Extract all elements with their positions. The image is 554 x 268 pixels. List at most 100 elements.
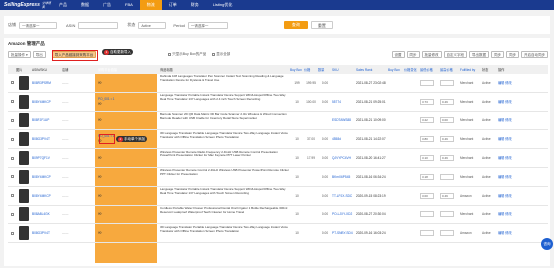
nav-item-logistics[interactable]: 物流 xyxy=(139,0,162,10)
link-icon[interactable]: ∞ xyxy=(98,80,160,86)
min-price-input[interactable]: 3.00 xyxy=(420,192,440,199)
asin-link[interactable]: B08G3PV4T xyxy=(32,137,62,141)
sku-link[interactable]: ESDTAWS88 xyxy=(332,118,356,122)
row-checkbox[interactable] xyxy=(8,175,16,179)
asin-link[interactable]: B08Y4MKCP xyxy=(32,175,62,179)
header-buybox: Buy Box xyxy=(290,67,302,72)
table-row: B09P7QF1V —— ∞ Wireless Presenter Remote R… xyxy=(8,149,548,168)
nav-item-products[interactable]: 产品 xyxy=(52,0,74,10)
max-price-input[interactable]: 0.49 xyxy=(440,155,460,162)
nav-item-listing[interactable]: Listing优化 xyxy=(206,0,240,10)
toolbar-btn-sync3[interactable]: 同步 xyxy=(506,51,519,58)
batch-ops-button[interactable]: 批量操作 ▾ xyxy=(8,51,31,58)
row-actions[interactable]: 编辑 修改 xyxy=(498,81,514,85)
min-price-input[interactable]: 3.22 xyxy=(420,117,440,124)
row-actions[interactable]: 编辑 修改 xyxy=(498,118,514,122)
row-actions[interactable]: 编辑 修改 xyxy=(498,100,514,104)
toolbar-btn-batch-edit[interactable]: 批量修改 xyxy=(421,51,442,58)
min-price-input[interactable] xyxy=(420,230,440,237)
sku-link[interactable]: QJVYPC4VH xyxy=(332,156,356,160)
min-price-input[interactable]: 3.80 xyxy=(420,136,440,143)
sku-link[interactable]: PO-LJXY-XD2 xyxy=(332,212,356,216)
nav-item-data[interactable]: 数据 xyxy=(74,0,96,10)
link-icon[interactable]: ∞ xyxy=(98,101,160,107)
row-actions[interactable]: 编辑 修改 xyxy=(498,137,514,141)
search-button[interactable]: 查询 xyxy=(283,21,308,29)
period-select[interactable]: 一请选择一 xyxy=(187,21,228,29)
min-price-input[interactable]: 3.18 xyxy=(420,173,440,180)
max-price-input[interactable] xyxy=(440,79,460,86)
buybox-filter-check[interactable]: 只显示Buy Box的产品 xyxy=(168,52,206,57)
row-checkbox[interactable] xyxy=(8,194,16,198)
link-icon[interactable]: ∞ xyxy=(98,155,160,161)
row-actions[interactable]: 编辑 修改 xyxy=(498,194,514,198)
sku-link[interactable]: PT-SNBY-SD4 xyxy=(332,231,356,235)
max-price-input[interactable]: 0.49 xyxy=(440,192,460,199)
toolbar-btn-export-data[interactable]: 导出数据 xyxy=(469,51,489,58)
link-icon[interactable]: ∞ xyxy=(98,174,160,180)
store-name: —— xyxy=(62,231,69,236)
link-icon[interactable]: ∞ xyxy=(98,211,160,217)
min-price-input[interactable] xyxy=(420,79,440,86)
max-price-input[interactable]: 0.00 xyxy=(440,117,460,124)
app-logo[interactable]: SellingExpress 全球速卖 xyxy=(0,0,52,10)
asin-link[interactable]: B08Y4MKCP xyxy=(32,194,62,198)
export-button[interactable]: 导出 xyxy=(32,51,46,58)
row-checkbox[interactable] xyxy=(8,81,16,85)
nav-item-finance[interactable]: 财务 xyxy=(184,0,206,10)
link-icon[interactable]: ∞ xyxy=(98,193,160,199)
asin-link[interactable]: B08Y4MKCP xyxy=(32,100,62,104)
row-checkbox[interactable] xyxy=(8,100,16,104)
sku-link[interactable]: 55774 xyxy=(332,100,356,104)
sku-link[interactable]: 4558d xyxy=(332,137,356,141)
link-icon[interactable]: ∞ xyxy=(98,230,160,236)
row-actions[interactable]: 编辑 修改 xyxy=(498,231,514,235)
buybox-value: 10 xyxy=(295,193,299,198)
table-header: 图片 ASIN/SKU 店铺 采购平台链接 商品标题 Buy Box 价格 数量… xyxy=(8,65,548,74)
toolbar-btn-sync2[interactable]: 同步 xyxy=(491,51,504,58)
toolbar-btn-custom-fields[interactable]: 自定义字段 xyxy=(443,51,467,58)
toolbar-btn-sync[interactable]: 同步 xyxy=(406,51,420,58)
nav-item-fba[interactable]: FBA xyxy=(118,0,140,10)
product-title: Dahinda 108 Languages Translator Pen Sca… xyxy=(160,75,284,83)
store-name: —— xyxy=(62,174,69,179)
asin-link[interactable]: B09P7QF1V xyxy=(32,156,62,160)
purchase-link-cell: ∞ xyxy=(98,80,160,86)
toolbar-btn-auto-sync[interactable]: 开启自动同步 xyxy=(521,51,548,58)
min-price-input[interactable]: 3.10 xyxy=(420,155,440,162)
reset-button[interactable]: 重置 xyxy=(310,21,333,29)
nav-item-orders[interactable]: 订单 xyxy=(162,0,184,10)
header-status: 状态 xyxy=(482,68,489,72)
max-price-input[interactable] xyxy=(440,211,460,218)
asin-input[interactable] xyxy=(78,21,119,29)
status-value: Active xyxy=(482,99,491,104)
show-all-check[interactable]: 显示全部 xyxy=(212,52,230,57)
asin-link[interactable]: B08A8L4GK xyxy=(32,212,62,216)
row-checkbox[interactable] xyxy=(8,231,16,235)
site-select[interactable]: 一请选择一 xyxy=(19,21,57,29)
max-price-input[interactable] xyxy=(440,173,460,180)
status-select[interactable]: Active xyxy=(138,21,167,29)
max-price-input[interactable] xyxy=(440,230,460,237)
chat-help-button[interactable]: 咨询 xyxy=(541,238,553,250)
sku-link[interactable]: BKmX6P545 xyxy=(332,175,356,179)
header-min-price: 最低价格 xyxy=(420,68,433,72)
sku-link[interactable]: TT-LPJX-SDC xyxy=(332,194,356,198)
row-actions[interactable]: 编辑 修改 xyxy=(498,156,514,160)
asin-link[interactable]: B08G3PV4T xyxy=(32,231,62,235)
nav-item-ads[interactable]: 广告 xyxy=(96,0,118,10)
max-price-input[interactable]: 0.49 xyxy=(440,98,460,105)
max-price-input[interactable]: 0.49 xyxy=(440,136,460,143)
row-checkbox[interactable] xyxy=(8,118,16,122)
toolbar-btn-settings[interactable]: 设置 xyxy=(391,51,405,58)
row-actions[interactable]: 编辑 修改 xyxy=(498,212,514,216)
link-icon[interactable]: ∞ xyxy=(98,117,160,123)
asin-link[interactable]: B08R3PSRM xyxy=(32,81,62,85)
row-checkbox[interactable] xyxy=(8,137,16,141)
min-price-input[interactable] xyxy=(420,211,440,218)
row-checkbox[interactable] xyxy=(8,156,16,160)
asin-link[interactable]: B08FJF1UP xyxy=(32,118,62,122)
row-actions[interactable]: 编辑 修改 xyxy=(498,175,514,179)
min-price-input[interactable]: 3.73 xyxy=(420,98,440,105)
row-checkbox[interactable] xyxy=(8,212,16,216)
